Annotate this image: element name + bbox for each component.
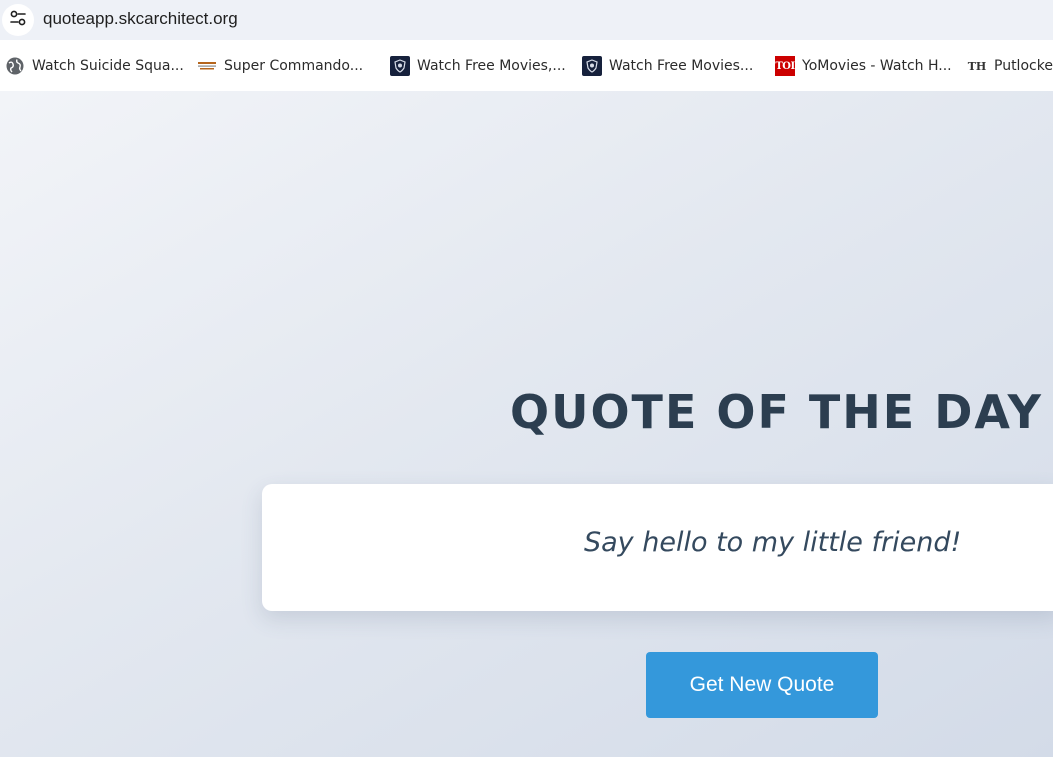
bookmark-super-commando[interactable]: Super Commando... xyxy=(197,55,363,77)
bookmark-yomovies[interactable]: TOI YoMovies - Watch H... xyxy=(775,55,952,77)
address-bar[interactable]: quoteapp.skcarchitect.org xyxy=(0,0,1053,40)
page-content: QUOTE OF THE DAY Say hello to my little … xyxy=(0,91,1053,757)
bookmark-putlocker[interactable]: TH Putlocker xyxy=(967,55,1053,77)
bookmark-watch-free-movies-1[interactable]: Watch Free Movies,... xyxy=(390,55,566,77)
browser-window: quoteapp.skcarchitect.org Watch Suicide … xyxy=(0,0,1053,757)
site-info-button[interactable] xyxy=(2,4,34,36)
super-commando-favicon xyxy=(197,56,217,76)
shield-favicon xyxy=(390,56,410,76)
bookmark-watch-free-movies-2[interactable]: Watch Free Movies... xyxy=(582,55,753,77)
bookmarks-bar: Watch Suicide Squa... Super Commando... … xyxy=(0,40,1053,92)
bookmark-watch-suicide-squad[interactable]: Watch Suicide Squa... xyxy=(5,55,184,77)
page-title: QUOTE OF THE DAY xyxy=(510,385,1043,439)
tune-icon xyxy=(9,9,27,31)
toi-favicon: TOI xyxy=(775,56,795,76)
globe-icon xyxy=(5,56,25,76)
bookmark-label: Watch Free Movies... xyxy=(609,58,754,74)
shield-favicon xyxy=(582,56,602,76)
get-new-quote-button[interactable]: Get New Quote xyxy=(646,652,878,718)
quote-card: Say hello to my little friend! xyxy=(262,484,1053,611)
quote-text: Say hello to my little friend! xyxy=(584,527,962,558)
bookmark-label: Putlocker xyxy=(994,58,1053,74)
bookmark-label: Super Commando... xyxy=(224,58,364,74)
bookmark-label: Watch Free Movies,... xyxy=(417,58,566,74)
url-text[interactable]: quoteapp.skcarchitect.org xyxy=(43,9,238,29)
th-favicon: TH xyxy=(967,59,987,73)
bookmark-label: YoMovies - Watch H... xyxy=(802,58,952,74)
bookmark-label: Watch Suicide Squa... xyxy=(32,58,184,74)
